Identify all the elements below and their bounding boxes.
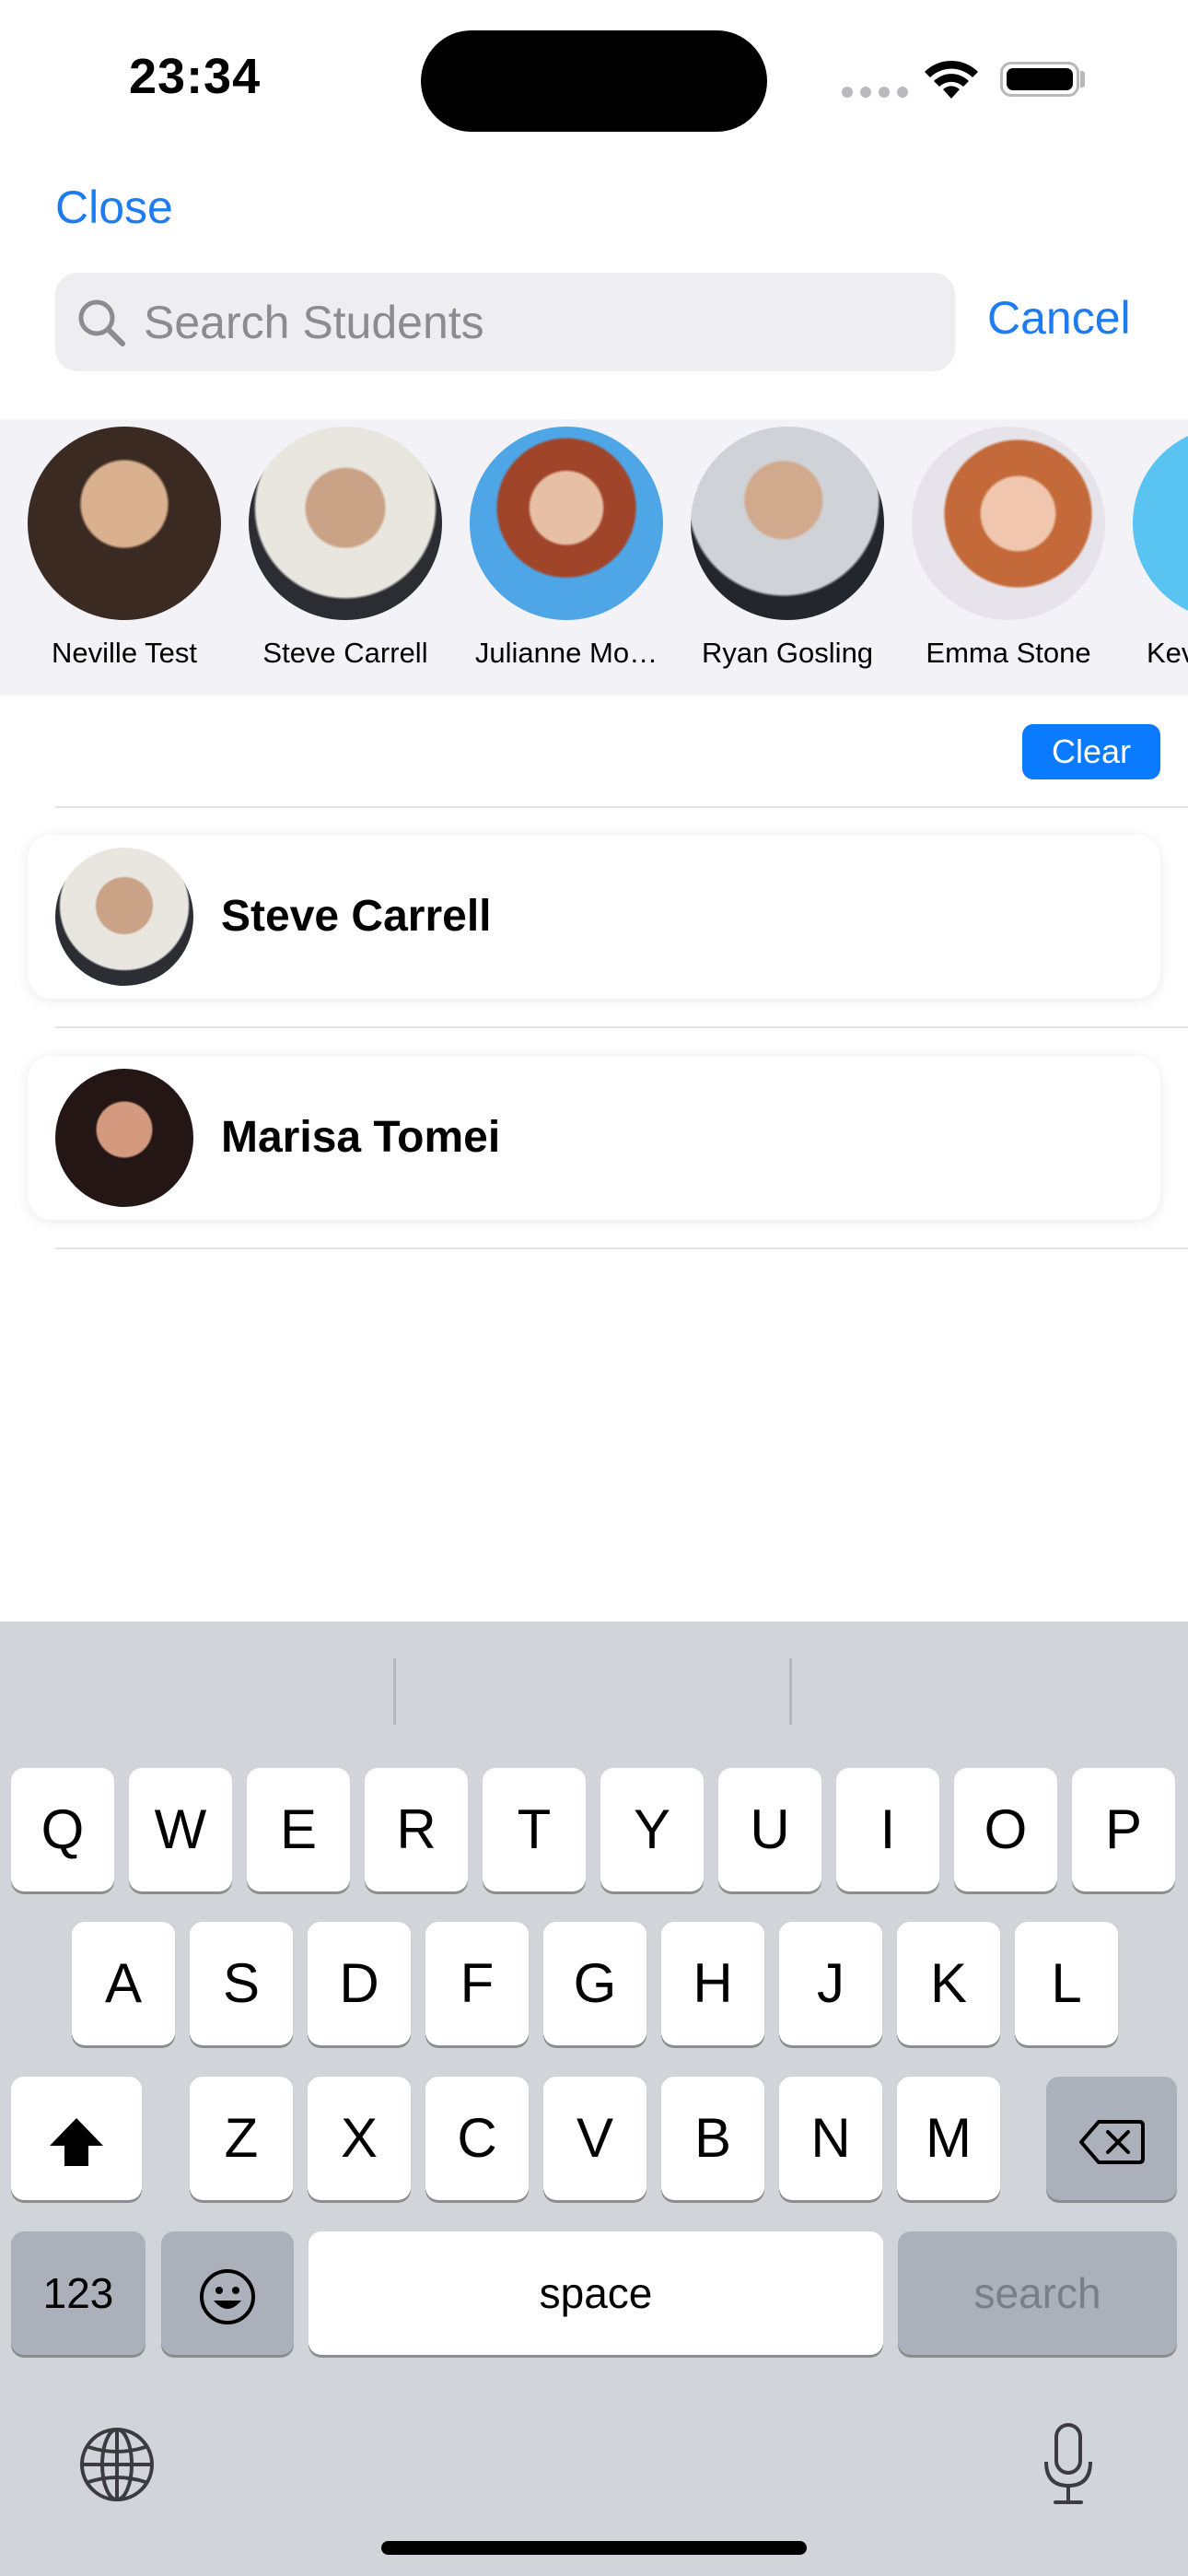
divider [55,1247,1188,1249]
key-c[interactable]: C [425,2077,529,2200]
numbers-key[interactable]: 123 [11,2231,146,2355]
close-button[interactable]: Close [55,181,173,234]
battery-icon [1000,62,1079,97]
shift-icon [50,2118,103,2167]
emoji-icon [200,2269,255,2325]
suggestion-divider [789,1658,792,1725]
recent-student-item[interactable]: Kev [1119,427,1188,670]
avatar [1133,427,1188,620]
key-m[interactable]: M [897,2077,1000,2200]
recent-student-item[interactable]: Neville Test [14,427,235,670]
key-f[interactable]: F [425,1922,529,2045]
emoji-key[interactable] [161,2231,294,2355]
key-v[interactable]: V [543,2077,646,2200]
search-key[interactable]: search [898,2231,1177,2355]
microphone-icon[interactable] [1041,2421,1096,2510]
cancel-button[interactable]: Cancel [987,291,1131,345]
avatar [912,427,1105,620]
student-name: Steve Carrell [221,892,492,941]
search-icon [78,299,125,346]
recent-student-name: Ryan Gosling [701,637,874,669]
search-input[interactable] [144,273,936,371]
avatar [249,427,442,620]
recent-student-name: Kev [1147,637,1188,669]
key-e[interactable]: E [247,1768,350,1891]
avatar [470,427,663,620]
wifi-icon [925,60,978,99]
recent-students-strip[interactable]: Neville Test Steve Carrell Julianne Mo… … [0,419,1188,696]
suggestion-divider [393,1658,396,1725]
keyboard: Q W E R T Y U I O P A S D F G H J K L Z … [0,1622,1188,2576]
key-y[interactable]: Y [600,1768,704,1891]
key-r[interactable]: R [365,1768,468,1891]
key-i[interactable]: I [836,1768,939,1891]
divider [55,806,1188,808]
key-b[interactable]: B [661,2077,764,2200]
shift-key[interactable] [11,2077,142,2200]
key-u[interactable]: U [718,1768,821,1891]
globe-icon[interactable] [77,2425,157,2504]
clear-button[interactable]: Clear [1022,724,1160,779]
recent-student-name: Neville Test [52,637,197,669]
recent-student-name: Julianne Mo… [474,637,658,669]
student-name: Marisa Tomei [221,1113,501,1162]
key-l[interactable]: L [1015,1922,1118,2045]
key-d[interactable]: D [308,1922,411,2045]
recent-student-item[interactable]: Emma Stone [898,427,1119,670]
key-a[interactable]: A [72,1922,175,2045]
avatar [28,427,221,620]
divider [55,1026,1188,1028]
backspace-key[interactable] [1046,2077,1177,2200]
recent-student-item[interactable]: Steve Carrell [235,427,456,670]
avatar [55,848,193,986]
home-indicator[interactable] [381,2541,807,2555]
key-p[interactable]: P [1072,1768,1175,1891]
key-n[interactable]: N [779,2077,882,2200]
search-bar[interactable] [55,273,955,371]
key-k[interactable]: K [897,1922,1000,2045]
recent-student-name: Emma Stone [926,637,1091,669]
battery-tip [1080,71,1085,88]
space-key[interactable]: space [309,2231,883,2355]
backspace-icon [1079,2120,1145,2165]
dynamic-island [421,30,767,132]
status-time: 23:34 [129,49,262,104]
avatar [691,427,884,620]
key-q[interactable]: Q [11,1768,114,1891]
student-result-card[interactable]: Marisa Tomei [28,1056,1160,1220]
key-g[interactable]: G [543,1922,646,2045]
key-j[interactable]: J [779,1922,882,2045]
key-w[interactable]: W [129,1768,232,1891]
key-z[interactable]: Z [190,2077,293,2200]
key-o[interactable]: O [954,1768,1057,1891]
cellular-signal-icon [842,87,908,98]
key-x[interactable]: X [308,2077,411,2200]
recent-student-name: Steve Carrell [262,637,428,669]
recent-student-item[interactable]: Ryan Gosling [677,427,898,670]
recent-student-item[interactable]: Julianne Mo… [456,427,677,670]
key-s[interactable]: S [190,1922,293,2045]
key-h[interactable]: H [661,1922,764,2045]
avatar [55,1069,193,1207]
key-t[interactable]: T [483,1768,586,1891]
student-result-card[interactable]: Steve Carrell [28,835,1160,999]
